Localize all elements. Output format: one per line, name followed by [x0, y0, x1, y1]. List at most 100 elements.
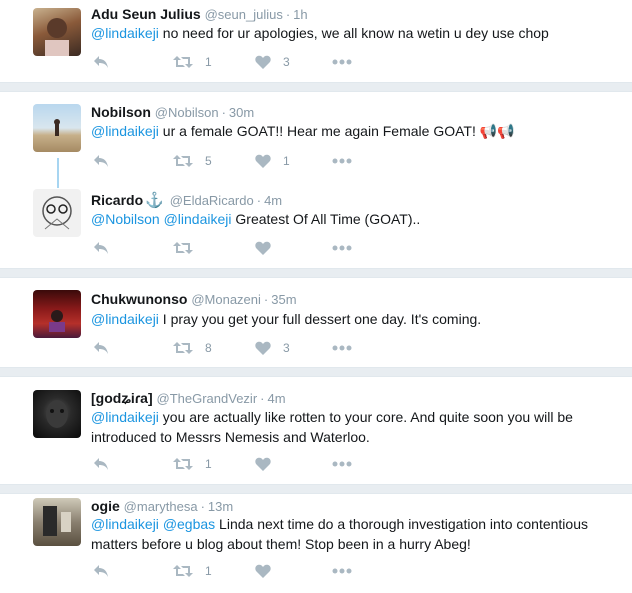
mention-link[interactable]: @lindaikeji — [91, 516, 159, 532]
mention-link[interactable]: @lindaikeji — [91, 409, 159, 425]
tweet-text-content: no need for ur apologies, we all know na… — [158, 25, 549, 41]
retweet-button[interactable]: 8 — [173, 340, 212, 356]
tweet: Nobilson @Nobilson · 30m @lindaikeji ur a … — [0, 92, 632, 177]
timestamp[interactable]: 35m — [271, 292, 296, 307]
more-icon — [332, 158, 352, 164]
tweet-separator — [0, 367, 632, 377]
retweet-icon — [173, 242, 193, 254]
tweet-text: @lindaikeji @egbas Linda next time do a … — [91, 514, 611, 554]
like-icon — [255, 241, 271, 255]
mention-link[interactable]: @lindaikeji — [91, 311, 159, 327]
tweet-separator — [0, 268, 632, 278]
tweet-text-content: I pray you get your full dessert one day… — [158, 311, 482, 327]
retweet-button[interactable]: 1 — [173, 54, 212, 70]
retweet-icon — [173, 56, 193, 68]
timestamp[interactable]: 1h — [293, 7, 307, 22]
like-button[interactable]: 3 — [255, 340, 290, 356]
tweet-text-content: you are actually like rotten to your cor… — [91, 409, 573, 445]
more-icon — [332, 568, 352, 574]
like-icon — [255, 55, 271, 69]
avatar-image — [46, 400, 68, 428]
avatar[interactable] — [33, 290, 81, 338]
more-button[interactable] — [332, 153, 352, 169]
like-button[interactable] — [255, 563, 283, 579]
avatar-image — [45, 18, 69, 56]
display-name[interactable]: Adu Seun Julius — [91, 6, 201, 22]
tweet: [godʑiɾa] @TheGrandVezir · 4m @lindaikeji … — [0, 377, 632, 484]
mention-link[interactable]: @lindaikeji — [91, 25, 159, 41]
more-icon — [332, 345, 352, 351]
tweet-separator — [0, 484, 632, 494]
username[interactable]: @seun_julius — [205, 7, 283, 22]
display-name[interactable]: Ricardo — [91, 192, 143, 208]
mention-link[interactable]: @egbas — [163, 516, 215, 532]
username[interactable]: @Monazeni — [191, 292, 261, 307]
more-button[interactable] — [332, 240, 352, 256]
dot-separator: · — [285, 7, 291, 22]
avatar[interactable] — [33, 390, 81, 438]
more-button[interactable] — [332, 456, 352, 472]
username[interactable]: @TheGrandVezir — [157, 391, 258, 406]
mention-link[interactable]: @lindaikeji — [91, 123, 159, 139]
retweet-count: 1 — [205, 55, 212, 69]
tweet: Ricardo ⚓ @EldaRicardo · 4m @Nobilson @lind… — [0, 177, 632, 268]
tweet: Adu Seun Julius @seun_julius · 1h @lindaik… — [0, 0, 632, 82]
reply-icon — [94, 56, 108, 68]
tweet-text-content: Greatest Of All Time (GOAT).. — [231, 211, 421, 227]
retweet-count: 8 — [205, 341, 212, 355]
reply-icon — [94, 242, 108, 254]
like-icon — [255, 564, 271, 578]
retweet-icon — [173, 458, 193, 470]
more-button[interactable] — [332, 340, 352, 356]
retweet-button[interactable]: 1 — [173, 456, 212, 472]
display-name[interactable]: ogie — [91, 498, 120, 514]
tweet-text: @lindaikeji ur a female GOAT!! Hear me a… — [91, 121, 611, 141]
retweet-button[interactable]: 5 — [173, 153, 212, 169]
reply-button[interactable] — [93, 456, 109, 472]
mention-link[interactable]: @lindaikeji — [164, 211, 232, 227]
reply-button[interactable] — [93, 563, 109, 579]
retweet-count: 5 — [205, 154, 212, 168]
retweet-count: 1 — [205, 457, 212, 471]
retweet-button[interactable]: 1 — [173, 563, 212, 579]
tweet-text: @lindaikeji I pray you get your full des… — [91, 309, 611, 329]
reply-button[interactable] — [93, 340, 109, 356]
username[interactable]: @marythesa — [124, 499, 198, 514]
username[interactable]: @EldaRicardo — [170, 193, 254, 208]
reply-button[interactable] — [93, 54, 109, 70]
like-button[interactable]: 1 — [255, 153, 290, 169]
reply-button[interactable] — [93, 153, 109, 169]
like-button[interactable] — [255, 240, 283, 256]
tweet: Chukwunonso @Monazeni · 35m @lindaikeji I … — [0, 278, 632, 367]
avatar[interactable] — [33, 104, 81, 152]
reply-button[interactable] — [93, 240, 109, 256]
tweet-text: @lindaikeji you are actually like rotten… — [91, 407, 611, 447]
timestamp[interactable]: 13m — [208, 499, 233, 514]
more-icon — [332, 245, 352, 251]
reply-icon — [94, 342, 108, 354]
display-name[interactable]: Chukwunonso — [91, 291, 187, 307]
retweet-icon — [173, 342, 193, 354]
retweet-button[interactable] — [173, 240, 205, 256]
display-name[interactable]: [godʑiɾa] — [91, 390, 153, 406]
timestamp[interactable]: 30m — [229, 105, 254, 120]
like-button[interactable] — [255, 456, 283, 472]
more-button[interactable] — [332, 54, 352, 70]
like-icon — [255, 457, 271, 471]
avatar[interactable] — [33, 498, 81, 546]
timestamp[interactable]: 4m — [264, 193, 282, 208]
timestamp[interactable]: 4m — [268, 391, 286, 406]
megaphone-icon: 📢📢 — [479, 123, 515, 139]
like-button[interactable]: 3 — [255, 54, 290, 70]
avatar[interactable] — [33, 189, 81, 237]
reply-icon — [94, 565, 108, 577]
tweet-separator — [0, 82, 632, 92]
username[interactable]: @Nobilson — [155, 105, 219, 120]
more-button[interactable] — [332, 563, 352, 579]
dot-separator: · — [256, 193, 262, 208]
dot-separator: · — [221, 105, 226, 120]
mention-link[interactable]: @Nobilson — [91, 211, 160, 227]
avatar[interactable] — [33, 8, 81, 56]
display-name[interactable]: Nobilson — [91, 104, 151, 120]
more-icon — [332, 461, 352, 467]
